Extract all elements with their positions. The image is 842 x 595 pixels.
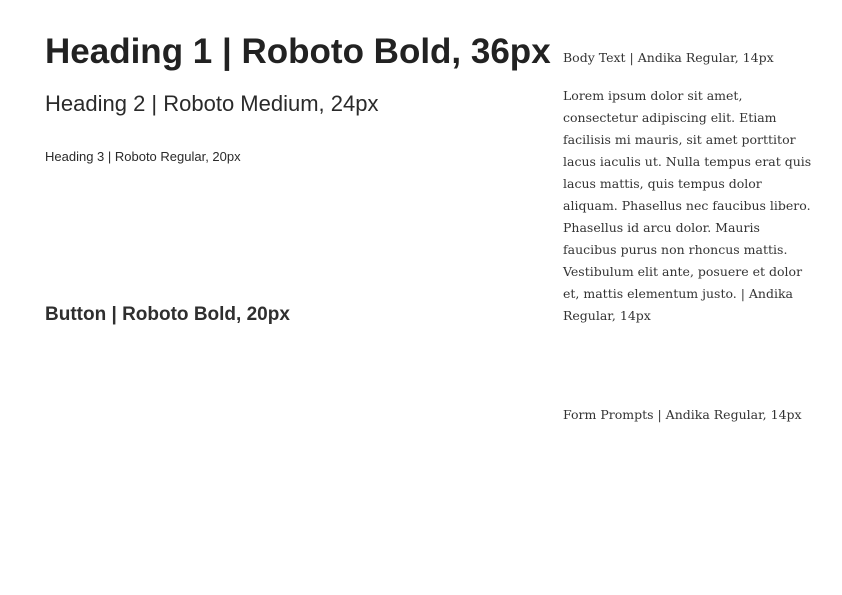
heading-1-sample: Heading 1 | Roboto Bold, 36px <box>45 32 551 71</box>
button-style-sample: Button | Roboto Bold, 20px <box>45 304 290 325</box>
body-text-sample: Lorem ipsum dolor sit amet, consectetur … <box>563 88 812 323</box>
form-prompts-label: Form Prompts | Andika Regular, 14px <box>563 407 802 422</box>
heading-3-sample: Heading 3 | Roboto Regular, 20px <box>45 149 241 164</box>
heading-2-sample: Heading 2 | Roboto Medium, 24px <box>45 91 379 116</box>
body-text-label: Body Text | Andika Regular, 14px <box>563 50 774 65</box>
